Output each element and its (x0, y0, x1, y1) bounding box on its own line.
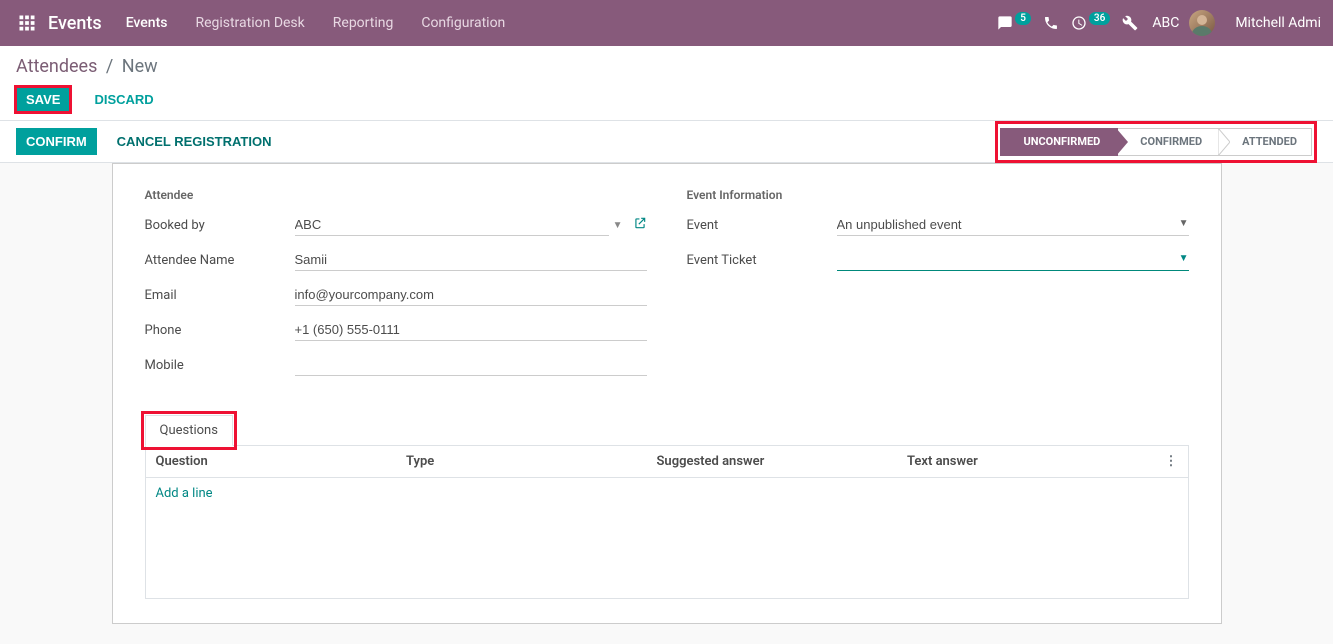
chevron-down-icon[interactable]: ▼ (613, 220, 623, 231)
nav-item-events[interactable]: Events (126, 15, 168, 31)
company-selector[interactable]: ABC (1152, 15, 1179, 31)
col-question: Question (156, 454, 407, 469)
form-sheet: Attendee Booked by ▼ Attendee Name (112, 163, 1222, 624)
statusbar-row: Confirm Cancel Registration Unconfirmed … (0, 121, 1333, 163)
event-ticket-label: Event Ticket (687, 253, 837, 268)
messaging-menu[interactable]: 5 (997, 15, 1031, 31)
phone-icon[interactable] (1043, 15, 1059, 31)
breadcrumb-root[interactable]: Attendees (16, 56, 97, 77)
section-event-info: Event Information (687, 188, 1189, 202)
tab-questions-content: Question Type Suggested answer Text answ… (145, 446, 1189, 599)
col-suggested-answer: Suggested answer (657, 454, 908, 469)
phone-label: Phone (145, 323, 295, 338)
attendee-name-label: Attendee Name (145, 253, 295, 268)
booked-by-label: Booked by (145, 218, 295, 233)
event-label: Event (687, 218, 837, 233)
attendee-column: Attendee Booked by ▼ Attendee Name (145, 188, 647, 387)
nav-item-reporting[interactable]: Reporting (333, 15, 394, 31)
debug-menu-icon[interactable] (1122, 15, 1138, 31)
email-input[interactable] (295, 284, 647, 306)
tabs-notebook: Questions Question Type Suggested answer… (145, 415, 1189, 599)
status-stage-unconfirmed[interactable]: Unconfirmed (1000, 128, 1118, 156)
activities-menu[interactable]: 36 (1071, 15, 1110, 31)
kebab-menu-icon[interactable]: ⋮ (1158, 454, 1178, 469)
event-ticket-input[interactable] (837, 249, 1189, 271)
section-attendee: Attendee (145, 188, 647, 202)
sheet-background: Attendee Booked by ▼ Attendee Name (0, 163, 1333, 644)
apps-menu-button[interactable] (12, 8, 42, 38)
top-navbar: Events Events Registration Desk Reportin… (0, 0, 1333, 46)
col-text-answer: Text answer (907, 454, 1158, 469)
chevron-down-icon[interactable]: ▼ (1179, 253, 1189, 264)
phone-input[interactable] (295, 319, 647, 341)
booked-by-input[interactable] (295, 214, 609, 236)
activities-badge: 36 (1089, 12, 1110, 25)
statusbar: Unconfirmed Confirmed Attended (1000, 126, 1312, 158)
control-panel: Attendees / New Save Discard (0, 46, 1333, 121)
nav-item-registration-desk[interactable]: Registration Desk (195, 15, 304, 31)
discard-button[interactable]: Discard (84, 87, 163, 112)
mobile-label: Mobile (145, 358, 295, 373)
breadcrumb-current: New (122, 56, 158, 77)
confirm-button[interactable]: Confirm (16, 128, 97, 155)
tab-questions[interactable]: Questions (145, 415, 233, 446)
nav-item-configuration[interactable]: Configuration (421, 15, 505, 31)
avatar[interactable] (1189, 10, 1215, 36)
chevron-down-icon[interactable]: ▼ (1179, 218, 1189, 229)
attendee-name-input[interactable] (295, 249, 647, 271)
status-stage-attended[interactable]: Attended (1220, 128, 1312, 156)
app-brand[interactable]: Events (48, 13, 102, 34)
col-type: Type (406, 454, 657, 469)
cancel-registration-button[interactable]: Cancel Registration (107, 128, 282, 155)
event-info-column: Event Information Event ▼ Event Ticket ▼ (687, 188, 1189, 387)
breadcrumb: Attendees / New (16, 56, 1317, 77)
user-menu[interactable]: Mitchell Admi (1235, 15, 1321, 31)
save-button[interactable]: Save (16, 87, 70, 112)
statusbar-highlight: Unconfirmed Confirmed Attended (995, 121, 1317, 163)
questions-table-header: Question Type Suggested answer Text answ… (146, 446, 1188, 478)
status-stage-confirmed[interactable]: Confirmed (1118, 128, 1220, 156)
messaging-badge: 5 (1015, 12, 1031, 25)
external-link-icon[interactable] (633, 216, 647, 234)
add-line-button[interactable]: Add a line (146, 478, 1188, 509)
email-label: Email (145, 288, 295, 303)
mobile-input[interactable] (295, 354, 647, 376)
event-input[interactable] (837, 214, 1189, 236)
